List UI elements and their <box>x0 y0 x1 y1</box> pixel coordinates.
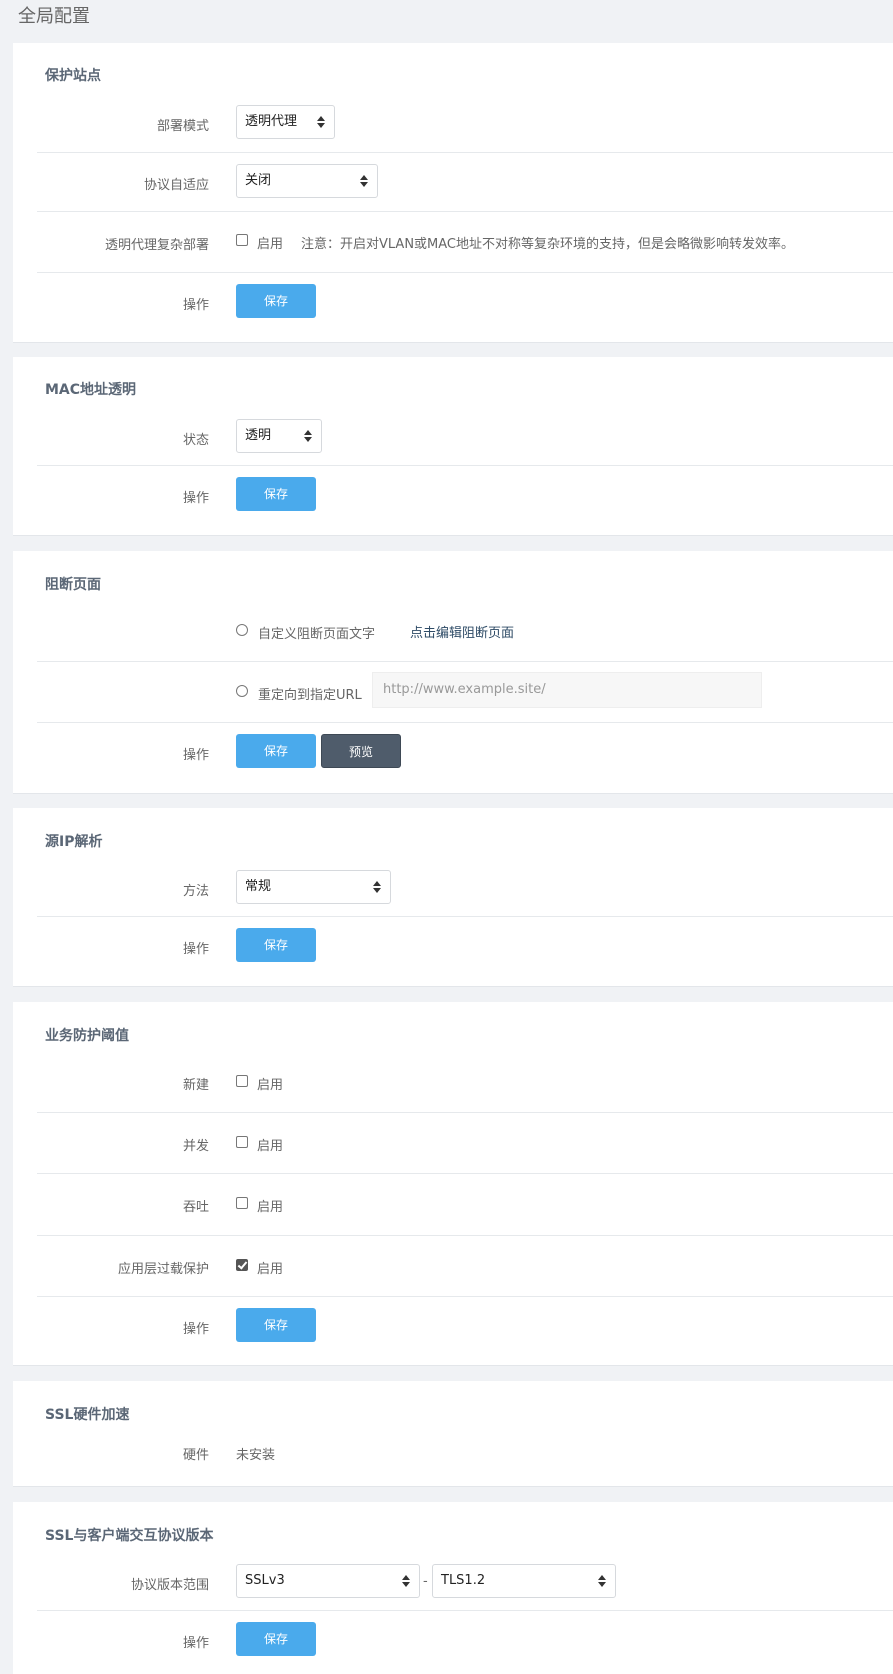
protocol-range-label: 协议版本范围 <box>130 1578 209 1593</box>
divider <box>37 465 893 466</box>
thresholds-panel: 业务防护阈值 新建 启用 并发 启用 吞吐 启用 应用层过载保护 启用 操作 保… <box>13 1002 893 1366</box>
threshold-throughput-checkbox[interactable] <box>236 1197 248 1209</box>
divider <box>37 916 893 917</box>
threshold-concurrent-enable-label[interactable]: 启用 <box>257 1135 283 1154</box>
ssl-hw-title: SSL硬件加速 <box>45 1407 130 1423</box>
redirect-radio[interactable] <box>236 685 248 697</box>
threshold-throughput-enable-label[interactable]: 启用 <box>257 1196 283 1215</box>
operation-label: 操作 <box>182 748 209 763</box>
complex-deploy-note: 注意：开启对VLAN或MAC地址不对称等复杂环境的支持，但是会略微影响转发效率。 <box>301 237 795 252</box>
divider <box>37 661 893 662</box>
select-caret-icon <box>317 115 325 129</box>
threshold-overload-checkbox[interactable] <box>236 1259 248 1271</box>
protect-site-panel: 保护站点 部署模式 透明代理 协议自适应 关闭 透明代理复杂部署 启用 注意：开… <box>13 43 893 343</box>
method-select[interactable]: 常规 <box>236 870 391 904</box>
protocol-adapt-label: 协议自适应 <box>143 178 209 193</box>
preview-button[interactable]: 预览 <box>321 734 401 768</box>
save-button[interactable]: 保存 <box>236 1622 316 1656</box>
deploy-mode-value: 透明代理 <box>245 114 298 129</box>
complex-deploy-label: 透明代理复杂部署 <box>104 238 209 253</box>
divider <box>37 211 893 212</box>
thresholds-title: 业务防护阈值 <box>45 1028 129 1044</box>
method-value: 常规 <box>245 879 272 894</box>
operation-label: 操作 <box>182 491 209 506</box>
state-select[interactable]: 透明 <box>236 419 322 453</box>
ssl-version-panel: SSL与客户端交互协议版本 协议版本范围 SSLv3 - TLS1.2 操作 保… <box>13 1502 893 1674</box>
page-title: 全局配置 <box>18 6 90 27</box>
divider <box>37 1112 893 1113</box>
hardware-label: 硬件 <box>182 1448 209 1463</box>
protocol-to-select[interactable]: TLS1.2 <box>432 1564 616 1598</box>
hardware-value: 未安装 <box>236 1448 276 1463</box>
deploy-mode-select[interactable]: 透明代理 <box>236 105 335 139</box>
protocol-from-value: SSLv3 <box>245 1573 285 1588</box>
mac-transparent-panel: MAC地址透明 状态 透明 操作 保存 <box>13 357 893 536</box>
state-value: 透明 <box>245 428 272 443</box>
divider <box>37 1235 893 1236</box>
mac-transparent-title: MAC地址透明 <box>45 382 137 398</box>
protocol-adapt-value: 关闭 <box>245 173 272 188</box>
threshold-concurrent-checkbox[interactable] <box>236 1136 248 1148</box>
threshold-new-label: 新建 <box>182 1078 209 1093</box>
save-button[interactable]: 保存 <box>236 734 316 768</box>
protocol-adapt-select[interactable]: 关闭 <box>236 164 378 198</box>
protect-site-title: 保护站点 <box>45 68 101 84</box>
save-button[interactable]: 保存 <box>236 928 316 962</box>
divider <box>37 272 893 273</box>
save-button[interactable]: 保存 <box>236 477 316 511</box>
threshold-throughput-label: 吞吐 <box>182 1200 209 1215</box>
operation-label: 操作 <box>182 298 209 313</box>
divider <box>37 1173 893 1174</box>
range-separator: - <box>423 1574 428 1589</box>
custom-text-label[interactable]: 自定义阻断页面文字 <box>258 623 375 642</box>
operation-label: 操作 <box>182 1322 209 1337</box>
select-caret-icon <box>402 1574 410 1588</box>
select-caret-icon <box>373 880 381 894</box>
select-caret-icon <box>304 429 312 443</box>
select-caret-icon <box>598 1574 606 1588</box>
threshold-overload-label: 应用层过载保护 <box>117 1262 209 1277</box>
source-ip-title: 源IP解析 <box>45 834 103 850</box>
threshold-overload-enable-label[interactable]: 启用 <box>257 1258 283 1277</box>
save-button[interactable]: 保存 <box>236 1308 316 1342</box>
edit-block-page-link[interactable]: 点击编辑阻断页面 <box>410 622 514 641</box>
ssl-hw-panel: SSL硬件加速 硬件 未安装 <box>13 1381 893 1487</box>
divider <box>37 1296 893 1297</box>
complex-deploy-checkbox[interactable] <box>236 234 248 246</box>
deploy-mode-label: 部署模式 <box>156 119 209 134</box>
threshold-new-enable-label[interactable]: 启用 <box>257 1074 283 1093</box>
threshold-new-checkbox[interactable] <box>236 1075 248 1087</box>
block-page-panel: 阻断页面 自定义阻断页面文字 点击编辑阻断页面 重定向到指定URL http:/… <box>13 551 893 794</box>
protocol-to-value: TLS1.2 <box>441 1573 486 1588</box>
complex-deploy-enable-label[interactable]: 启用 <box>257 233 283 252</box>
threshold-concurrent-label: 并发 <box>182 1139 209 1154</box>
source-ip-panel: 源IP解析 方法 常规 操作 保存 <box>13 808 893 987</box>
state-label: 状态 <box>182 433 209 448</box>
save-button[interactable]: 保存 <box>236 284 316 318</box>
redirect-url-input[interactable]: http://www.example.site/ <box>372 672 762 708</box>
custom-text-radio[interactable] <box>236 624 248 636</box>
divider <box>37 152 893 153</box>
ssl-version-title: SSL与客户端交互协议版本 <box>45 1528 214 1544</box>
operation-label: 操作 <box>182 1636 209 1651</box>
redirect-label[interactable]: 重定向到指定URL <box>258 684 362 703</box>
block-page-title: 阻断页面 <box>45 577 101 593</box>
divider <box>37 722 893 723</box>
select-caret-icon <box>360 174 368 188</box>
protocol-from-select[interactable]: SSLv3 <box>236 1564 420 1598</box>
divider <box>37 1610 893 1611</box>
method-label: 方法 <box>182 884 209 899</box>
operation-label: 操作 <box>182 942 209 957</box>
